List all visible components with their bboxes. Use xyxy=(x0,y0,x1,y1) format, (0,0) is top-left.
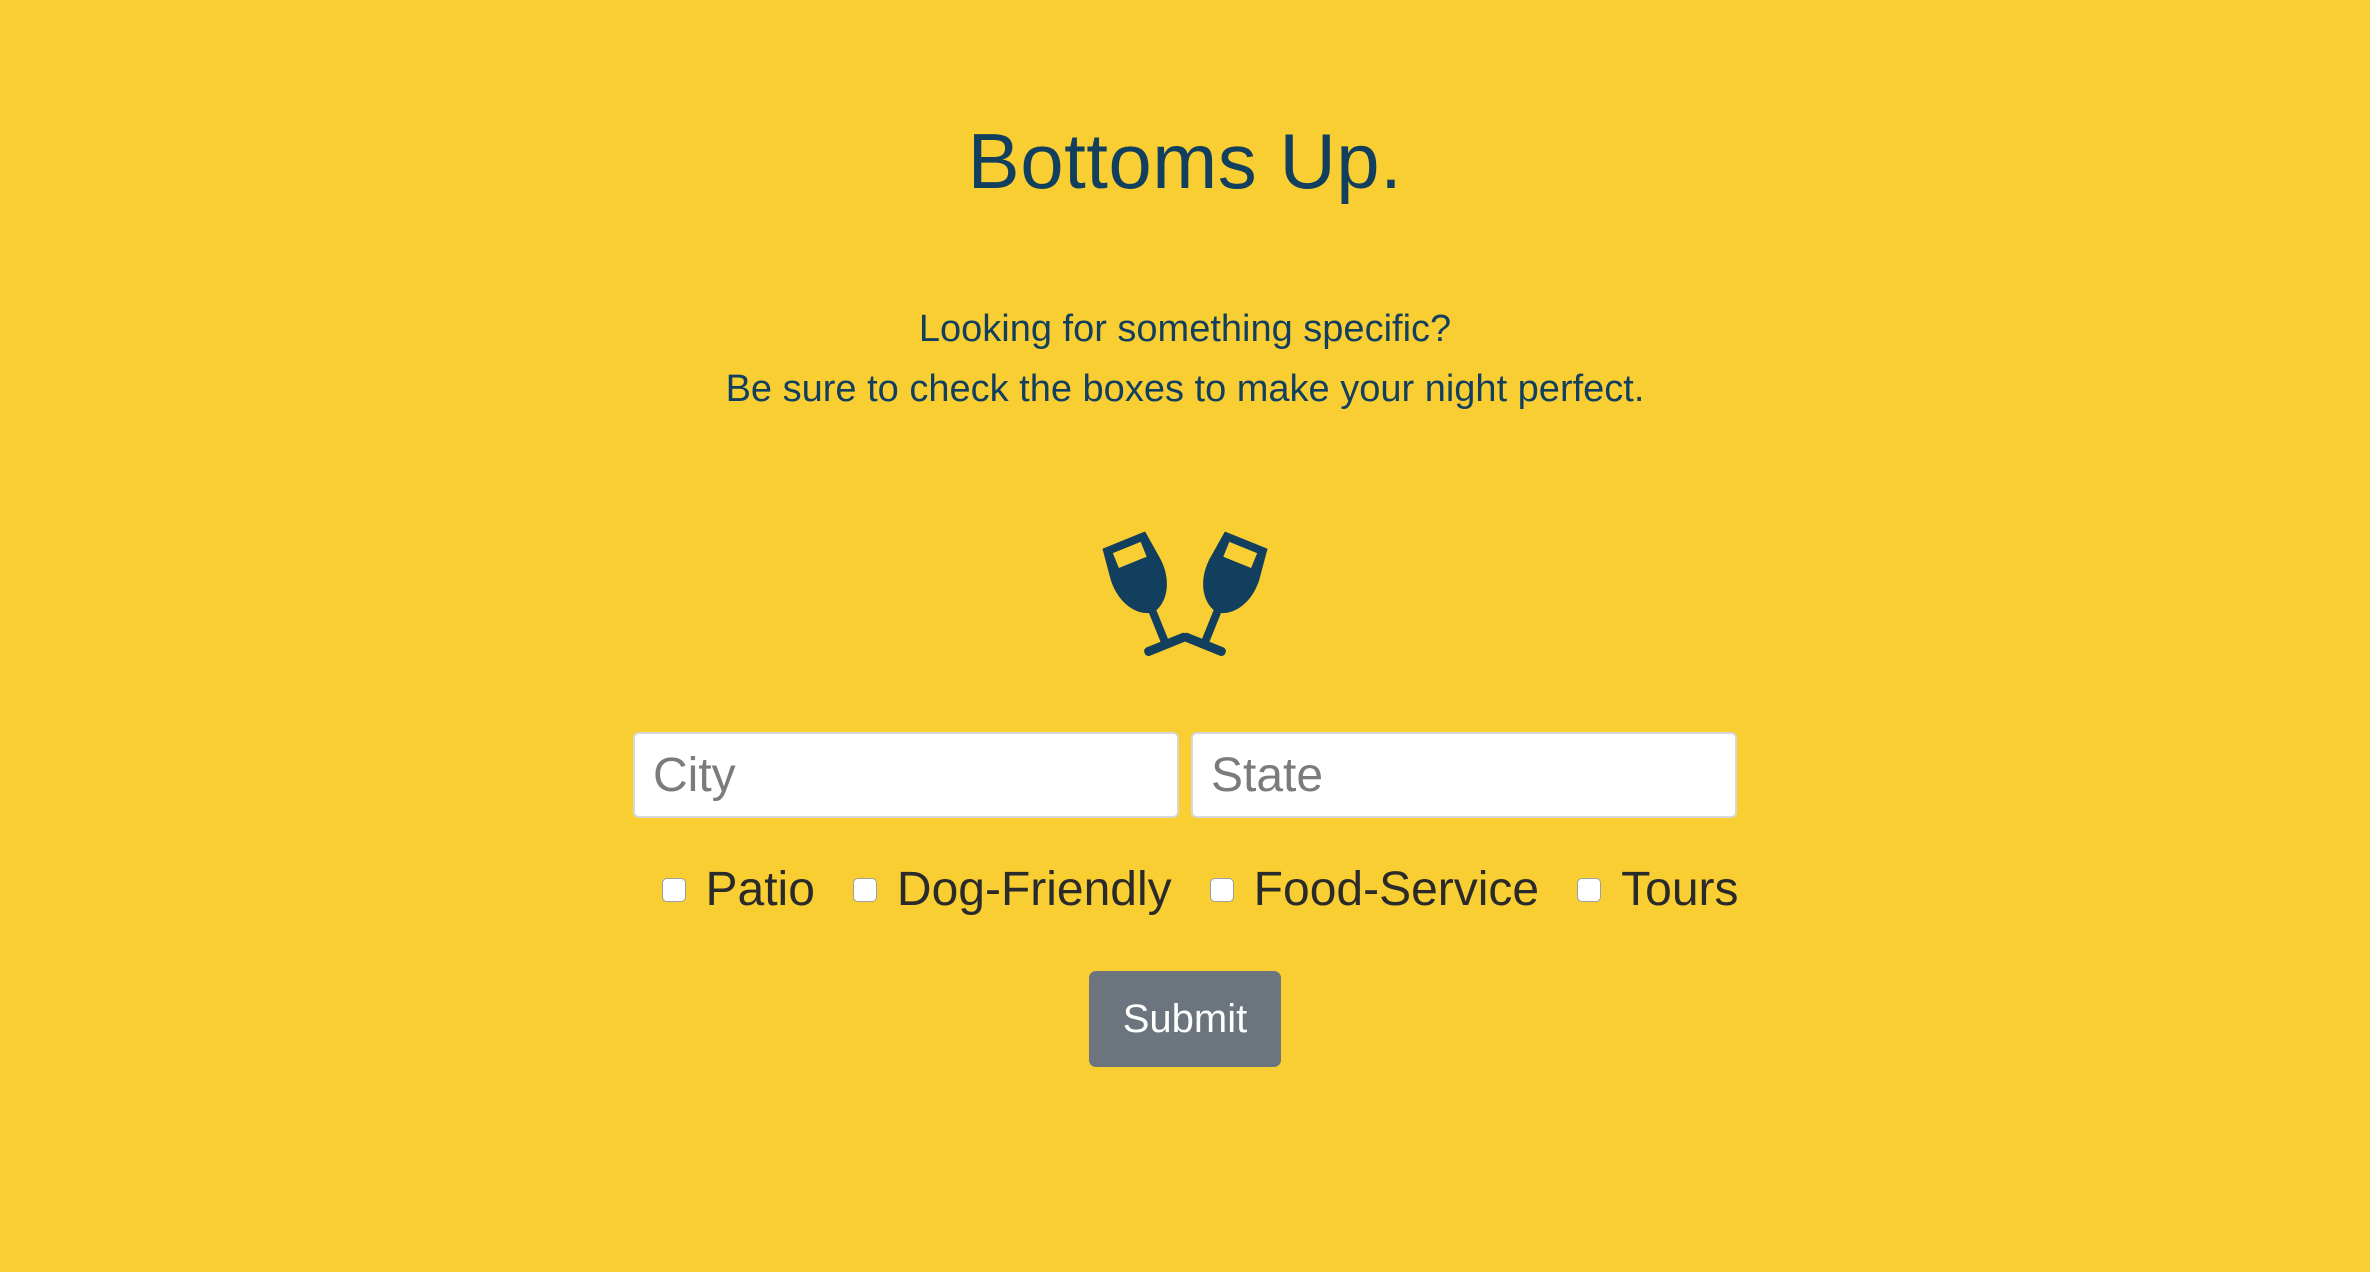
tours-label: Tours xyxy=(1621,863,1739,916)
dog-friendly-label: Dog-Friendly xyxy=(896,863,1172,916)
checkbox-dog-friendly[interactable]: Dog-Friendly xyxy=(852,862,1172,917)
location-inputs xyxy=(633,732,1737,818)
checkbox-patio[interactable]: Patio xyxy=(661,862,815,917)
subtitle-line-1: Looking for something specific? xyxy=(918,308,1452,350)
submit-button[interactable]: Submit xyxy=(1089,971,1281,1067)
city-input[interactable] xyxy=(633,732,1179,818)
food-service-label: Food-Service xyxy=(1253,863,1540,916)
filter-checkboxes: Patio Dog-Friendly Food-Service Tours xyxy=(632,862,1739,917)
patio-label: Patio xyxy=(705,863,815,916)
food-service-checkbox[interactable] xyxy=(1209,877,1234,902)
patio-checkbox[interactable] xyxy=(661,877,686,902)
checkbox-food-service[interactable]: Food-Service xyxy=(1209,862,1540,917)
subtitle-line-2: Be sure to check the boxes to make your … xyxy=(725,368,1645,410)
page-title: Bottoms Up. xyxy=(967,117,1403,205)
page-subtitle: Looking for something specific? Be sure … xyxy=(726,299,1645,419)
page: Bottoms Up. Looking for something specif… xyxy=(0,0,2370,1272)
dog-friendly-checkbox[interactable] xyxy=(852,877,877,902)
tours-checkbox[interactable] xyxy=(1577,877,1602,902)
wine-glasses-cheers-icon xyxy=(1095,515,1275,665)
checkbox-tours[interactable]: Tours xyxy=(1577,862,1739,917)
state-input[interactable] xyxy=(1191,732,1737,818)
